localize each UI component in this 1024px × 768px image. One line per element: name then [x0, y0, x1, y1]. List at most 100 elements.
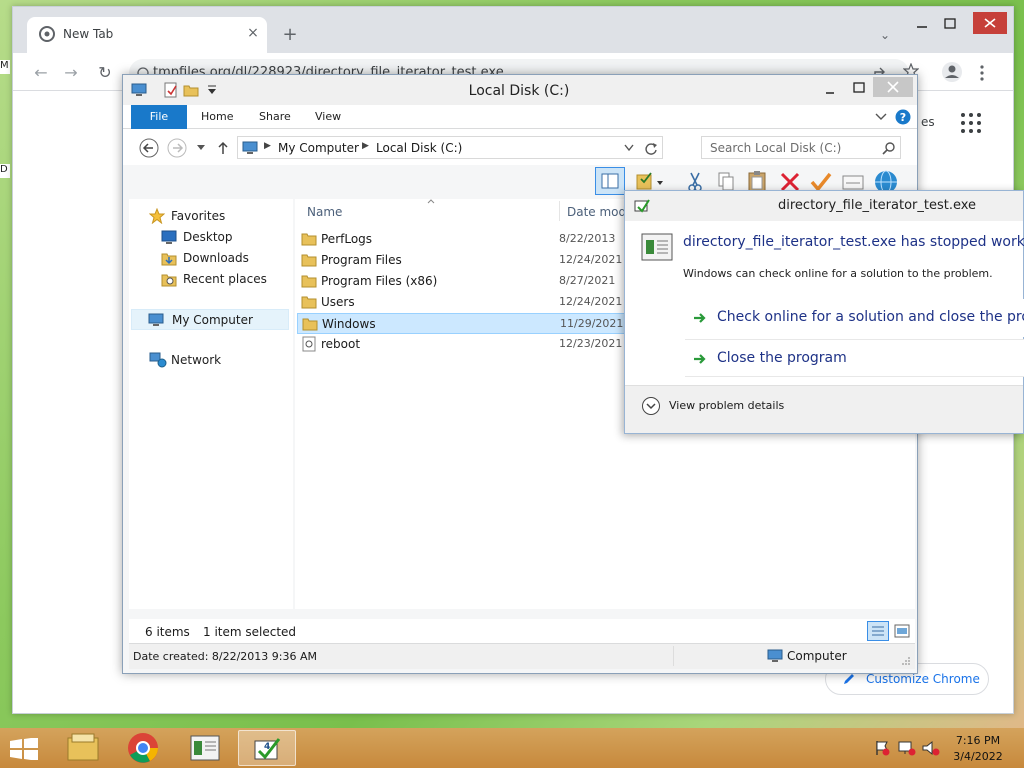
- file-date: 8/22/2013: [559, 232, 616, 245]
- close-window-icon[interactable]: [973, 12, 1007, 34]
- close-program-button[interactable]: Close the program: [685, 339, 1024, 377]
- file-name: Program Files (x86): [321, 274, 438, 288]
- network-tray-icon[interactable]: [898, 740, 916, 756]
- desktop-icon: [161, 230, 177, 244]
- forward-arrow-icon[interactable]: [167, 138, 187, 158]
- chrome-tab-new-tab[interactable]: New Tab ×: [27, 17, 267, 53]
- tab-view[interactable]: View: [301, 105, 355, 129]
- clock-date[interactable]: 3/4/2022: [948, 750, 1008, 763]
- network-icon: [149, 352, 167, 368]
- breadcrumb-item-local-disk[interactable]: Local Disk (C:): [376, 141, 462, 155]
- maximize-icon[interactable]: [847, 80, 871, 98]
- help-icon[interactable]: ?: [895, 109, 911, 125]
- large-icons-view-icon[interactable]: [893, 622, 911, 640]
- file-name: PerfLogs: [321, 232, 373, 246]
- green-arrow-icon: [693, 352, 707, 366]
- sidebar-item-my-computer[interactable]: My Computer: [131, 309, 289, 330]
- up-arrow-icon[interactable]: [217, 141, 229, 155]
- refresh-icon[interactable]: [644, 141, 658, 155]
- tab-home[interactable]: Home: [187, 105, 247, 129]
- desktop-icon-label-stub: M: [0, 60, 10, 74]
- breadcrumb-separator-icon[interactable]: ▶: [264, 141, 271, 151]
- column-header-name[interactable]: Name: [307, 205, 342, 219]
- status-divider: [673, 646, 674, 666]
- check-online-label: Check online for a solution and close th…: [717, 309, 1024, 325]
- minimize-icon[interactable]: [907, 15, 937, 35]
- new-tab-button[interactable]: +: [279, 24, 301, 46]
- crash-reporter-taskbar-icon[interactable]: 4: [238, 730, 296, 766]
- file-date: 11/29/2021: [560, 317, 624, 330]
- tab-file[interactable]: File: [131, 105, 187, 129]
- column-divider[interactable]: [559, 201, 560, 221]
- sort-ascending-icon: [427, 199, 435, 204]
- forward-arrow-icon[interactable]: →: [59, 61, 83, 85]
- folder-icon: [301, 252, 317, 268]
- back-arrow-icon[interactable]: ←: [29, 61, 53, 85]
- start-windows-icon[interactable]: [10, 738, 38, 760]
- clock-time[interactable]: 7:16 PM: [948, 734, 1008, 747]
- recent-places-icon: [161, 271, 177, 287]
- close-window-icon[interactable]: [873, 77, 913, 97]
- ntp-link-partial[interactable]: es: [921, 115, 935, 129]
- address-history-chevron-icon[interactable]: [624, 144, 634, 152]
- resize-grip-icon[interactable]: [901, 656, 911, 666]
- maximize-icon[interactable]: [935, 15, 965, 35]
- program-window-icon: [641, 233, 673, 261]
- sidebar-item-label: Desktop: [183, 230, 233, 244]
- sidebar-item-label: My Computer: [172, 313, 253, 327]
- file-date: 12/24/2021: [559, 295, 623, 308]
- file-date: 12/24/2021: [559, 253, 623, 266]
- chrome-taskbar-icon[interactable]: [114, 730, 172, 766]
- close-tab-icon[interactable]: ×: [245, 25, 261, 41]
- view-details-toggle[interactable]: [641, 396, 661, 416]
- file-name: Windows: [322, 317, 376, 331]
- app-crash-dialog: directory_file_iterator_test.exe directo…: [624, 190, 1024, 434]
- file-name: Program Files: [321, 253, 402, 267]
- search-icon[interactable]: [882, 141, 896, 155]
- tab-search-icon[interactable]: ⌄: [875, 28, 895, 46]
- program-window-taskbar-icon[interactable]: [176, 730, 234, 766]
- desktop-icon-label-stub: D: [0, 164, 10, 178]
- breadcrumb-item-my-computer[interactable]: My Computer: [278, 141, 359, 155]
- app-icon: [633, 197, 651, 215]
- date-created-text: Date created: 8/22/2013 9:36 AM: [133, 650, 318, 663]
- selected-count: 1 item selected: [203, 625, 297, 639]
- profile-avatar-icon[interactable]: [941, 61, 963, 83]
- view-details-label[interactable]: View problem details: [669, 399, 784, 412]
- file-explorer-taskbar-icon[interactable]: [54, 730, 112, 766]
- back-arrow-icon[interactable]: [139, 138, 159, 158]
- svg-text:?: ?: [900, 111, 906, 124]
- recent-locations-chevron-icon[interactable]: [197, 145, 205, 151]
- check-online-button[interactable]: Check online for a solution and close th…: [685, 299, 1024, 337]
- sidebar-item-label: Recent places: [183, 272, 267, 286]
- preview-pane-icon[interactable]: [595, 167, 625, 195]
- apps-grid-icon[interactable]: [959, 111, 983, 135]
- downloads-folder-icon: [161, 250, 177, 266]
- shortcut-file-icon: [301, 336, 317, 352]
- folder-icon: [301, 294, 317, 310]
- column-header-date-modified[interactable]: Date modi: [567, 205, 629, 219]
- action-center-flag-icon[interactable]: [874, 740, 890, 756]
- reload-icon[interactable]: ↻: [93, 61, 117, 85]
- explorer-window-title: Local Disk (C:): [468, 83, 570, 99]
- sidebar-item-label: Downloads: [183, 251, 249, 265]
- expand-ribbon-icon[interactable]: [875, 112, 887, 122]
- tab-share[interactable]: Share: [245, 105, 305, 129]
- more-menu-icon[interactable]: [979, 65, 985, 81]
- breadcrumb[interactable]: ▶ My Computer ▶ Local Disk (C:): [237, 136, 663, 159]
- file-date: 12/23/2021: [559, 337, 623, 350]
- svg-text:4: 4: [264, 742, 270, 752]
- sidebar-item-label: Network: [171, 353, 222, 367]
- minimize-icon[interactable]: [819, 81, 843, 99]
- search-placeholder: Search Local Disk (C:): [710, 141, 842, 155]
- close-program-label: Close the program: [717, 350, 847, 366]
- taskbar: 4 7:16 PM 3/4/2022: [0, 728, 1024, 768]
- computer-icon: [242, 140, 258, 156]
- volume-muted-icon[interactable]: [922, 740, 940, 756]
- search-input[interactable]: Search Local Disk (C:): [701, 136, 901, 159]
- pencil-icon: [842, 672, 856, 686]
- breadcrumb-separator-icon[interactable]: ▶: [362, 141, 369, 151]
- details-view-icon[interactable]: [867, 621, 889, 641]
- file-name: Users: [321, 295, 355, 309]
- item-status-bar: 6 items 1 item selected: [129, 619, 915, 643]
